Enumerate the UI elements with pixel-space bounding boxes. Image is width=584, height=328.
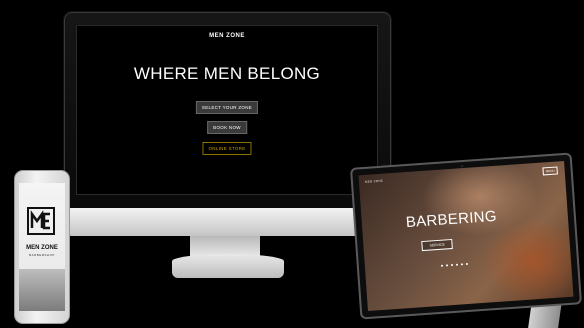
tablet-website-screen: MEN ZONE MENU BARBERING SERVICE	[358, 160, 574, 312]
device-mockup-scene: MEN ZONE WHERE MEN BELONG SELECT YOUR ZO…	[0, 0, 584, 328]
site-logo[interactable]: MEN ZONE	[77, 33, 377, 39]
slider-dot[interactable]	[460, 263, 464, 266]
desktop-monitor-stand	[172, 254, 284, 278]
mobile-phone: MEN ZONE BARBERSHOP	[14, 170, 70, 324]
slider-dot[interactable]	[450, 263, 454, 267]
desktop-monitor-neck	[190, 236, 260, 256]
slider-dot[interactable]	[465, 262, 469, 266]
slider-dot[interactable]	[440, 264, 444, 267]
slider-dots[interactable]	[440, 262, 469, 267]
mobile-brand-name: MEN ZONE	[26, 245, 58, 251]
mobile-website-screen: MEN ZONE BARBERSHOP	[19, 183, 65, 311]
men-zone-monogram-icon	[27, 207, 55, 235]
mobile-brand-tagline: BARBERSHOP	[29, 253, 55, 257]
select-zone-button[interactable]: SELECT YOUR ZONE	[195, 101, 259, 114]
camera-icon	[461, 165, 464, 168]
book-now-button[interactable]: BOOK NOW	[207, 121, 247, 134]
desktop-monitor-chin	[64, 208, 389, 236]
desktop-website-screen: MEN ZONE WHERE MEN BELONG SELECT YOUR ZO…	[76, 25, 378, 195]
tablet-menu-button[interactable]: MENU	[542, 166, 558, 176]
service-button[interactable]: SERVICE	[421, 238, 454, 252]
slider-dot[interactable]	[445, 264, 449, 267]
tablet-nav-brand[interactable]: MEN ZONE	[365, 179, 383, 184]
barbering-title: BARBERING	[405, 207, 498, 232]
online-store-button[interactable]: ONLINE STORE	[202, 142, 252, 155]
slider-dot[interactable]	[455, 263, 459, 266]
tablet: MEN ZONE MENU BARBERING SERVICE	[349, 152, 583, 320]
mobile-hero-photo	[19, 269, 65, 311]
hero-headline: WHERE MEN BELONG	[133, 64, 321, 83]
